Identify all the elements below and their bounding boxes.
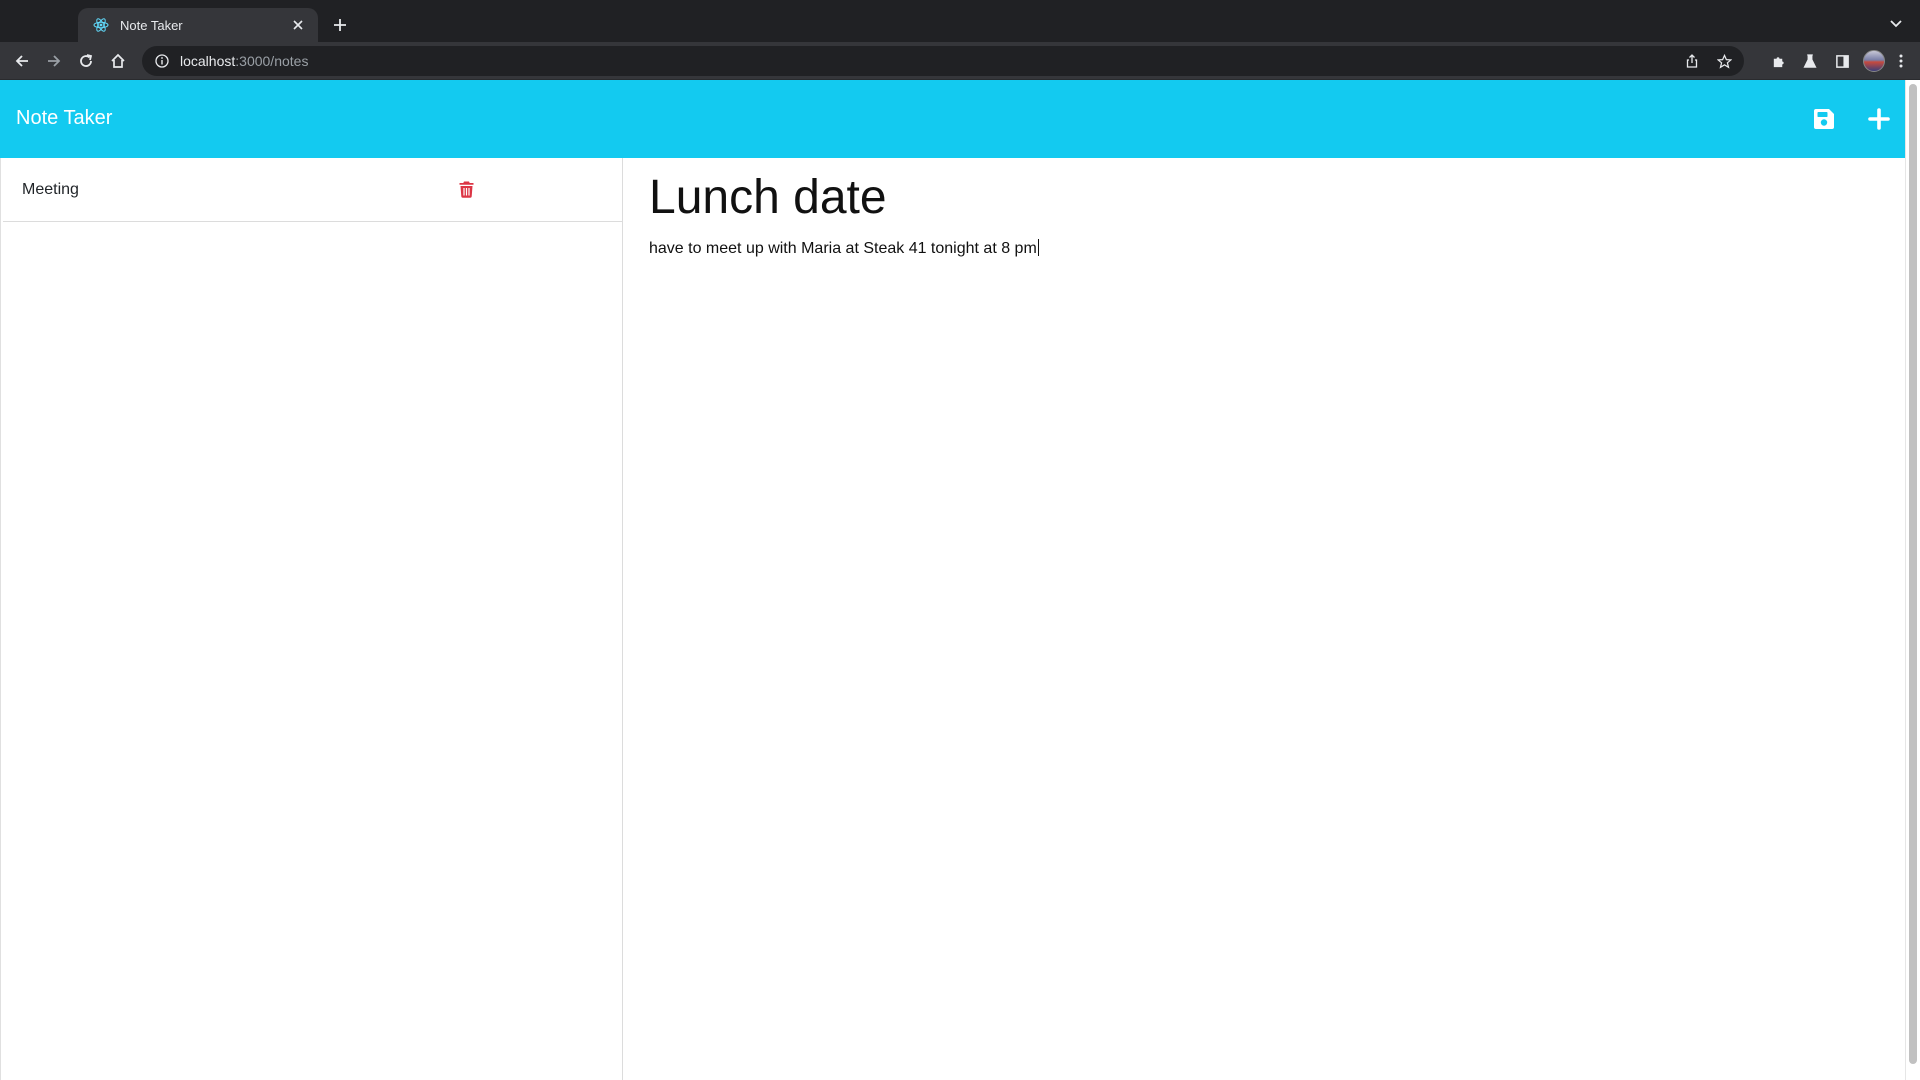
home-icon[interactable] — [106, 49, 130, 73]
browser-tab-title: Note Taker — [120, 17, 183, 33]
address-bar[interactable]: localhost:3000/notes — [142, 46, 1744, 76]
react-logo-icon — [92, 16, 110, 34]
note-editor: Lunch date have to meet up with Maria at… — [623, 158, 1905, 1080]
url-text: localhost:3000/notes — [180, 53, 308, 69]
share-icon[interactable] — [1682, 51, 1702, 71]
back-arrow-icon[interactable] — [10, 49, 34, 73]
tab-search-chevron-icon[interactable] — [1886, 14, 1906, 34]
labs-flask-icon[interactable] — [1798, 49, 1822, 73]
reload-icon[interactable] — [74, 49, 98, 73]
new-tab-icon[interactable] — [328, 13, 352, 37]
save-icon[interactable] — [1810, 105, 1838, 133]
side-panel-icon[interactable] — [1830, 49, 1854, 73]
note-taker-app: Note Taker Meeting Lunch date have to me… — [0, 80, 1905, 1080]
extensions-puzzle-icon[interactable] — [1766, 49, 1790, 73]
bookmark-star-icon[interactable] — [1714, 51, 1734, 71]
url-host: localhost — [180, 53, 236, 69]
scrollbar-thumb[interactable] — [1909, 84, 1917, 1064]
plus-icon[interactable] — [1865, 105, 1893, 133]
note-body-textarea[interactable]: have to meet up with Maria at Steak 41 t… — [649, 238, 1849, 998]
app-navbar: Note Taker — [0, 80, 1905, 158]
forward-arrow-icon[interactable] — [42, 49, 66, 73]
tab-close-icon[interactable] — [288, 15, 308, 35]
browser-tab[interactable]: Note Taker — [78, 8, 318, 42]
note-item-label: Meeting — [22, 181, 79, 198]
text-caret — [1037, 239, 1039, 256]
trash-icon[interactable] — [455, 178, 477, 200]
site-info-icon[interactable] — [154, 53, 170, 69]
browser-toolbar: localhost:3000/notes — [0, 42, 1920, 80]
profile-avatar[interactable] — [1862, 49, 1886, 73]
note-body-text: have to meet up with Maria at Steak 41 t… — [649, 240, 1037, 257]
browser-menu-icon[interactable] — [1894, 49, 1908, 73]
notes-sidebar: Meeting — [0, 158, 623, 1080]
url-path: :3000/notes — [235, 53, 309, 69]
app-brand[interactable]: Note Taker — [16, 107, 112, 130]
browser-tab-strip: Note Taker — [0, 0, 1920, 42]
avatar — [1863, 50, 1885, 72]
note-title-input[interactable]: Lunch date — [649, 170, 1849, 225]
page-scrollbar[interactable] — [1905, 80, 1920, 1080]
list-item[interactable]: Meeting — [3, 158, 622, 222]
